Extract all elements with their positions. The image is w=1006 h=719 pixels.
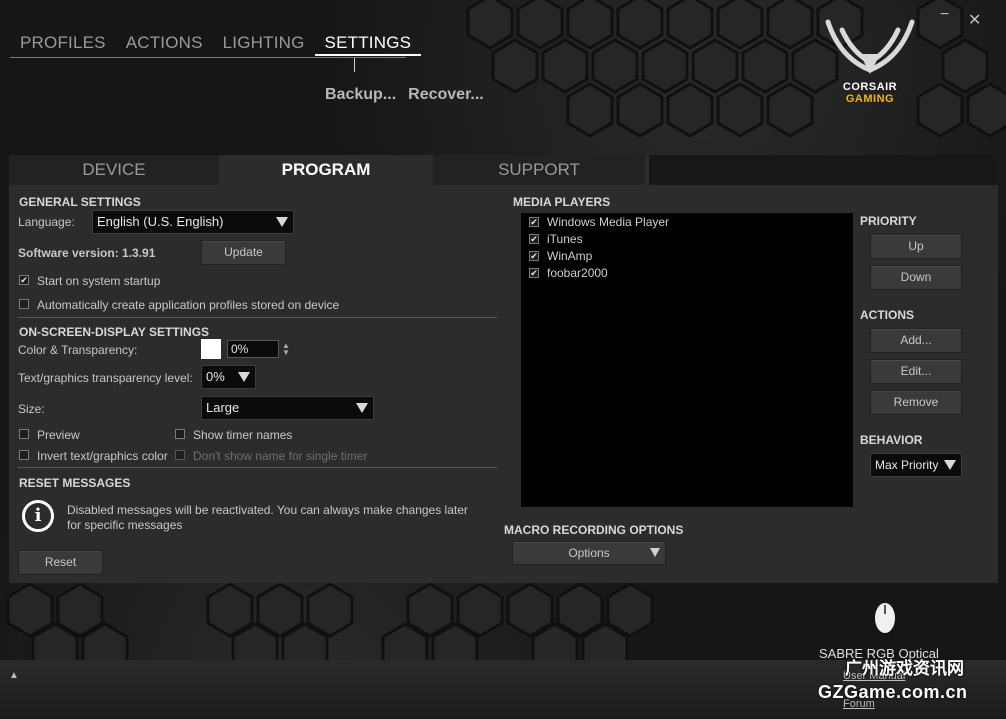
mouse-device-icon[interactable] <box>874 602 896 634</box>
preview-checkbox[interactable] <box>19 429 29 439</box>
chevron-down-icon <box>356 403 368 413</box>
media-players-title: MEDIA PLAYERS <box>513 195 611 209</box>
backup-link[interactable]: Backup... <box>325 86 396 104</box>
startup-label: Start on system startup <box>37 274 161 288</box>
minimize-icon[interactable]: − <box>940 6 949 24</box>
watermark-cn: 广州游戏资讯网 <box>845 659 964 678</box>
language-select[interactable]: English (U.S. English) <box>92 210 294 234</box>
media-players-list[interactable]: ✔ Windows Media Player ✔ iTunes ✔ WinAmp… <box>521 213 853 507</box>
nav-active-indicator <box>354 58 355 72</box>
chevron-down-icon <box>944 460 956 470</box>
show-timer-names-label: Show timer names <box>193 428 293 442</box>
nav-settings[interactable]: SETTINGS <box>314 34 422 56</box>
macro-options-label: Options <box>568 546 610 560</box>
nav-lighting[interactable]: LIGHTING <box>213 34 315 56</box>
list-item[interactable]: ✔ foobar2000 <box>529 265 608 281</box>
logo-gaming-text: GAMING <box>845 93 895 105</box>
macro-options-button[interactable]: Options <box>512 541 666 565</box>
list-item[interactable]: ✔ WinAmp <box>529 248 592 264</box>
reset-message-line1: Disabled messages will be reactivated. Y… <box>67 503 468 517</box>
text-graphics-transparency-select[interactable]: 0% <box>201 365 256 389</box>
tab-support[interactable]: SUPPORT <box>433 155 645 185</box>
invert-color-label: Invert text/graphics color <box>37 449 168 463</box>
nav-profiles[interactable]: PROFILES <box>10 34 116 56</box>
auto-profiles-label: Automatically create application profile… <box>37 298 340 312</box>
color-transparency-input[interactable]: 0% <box>227 340 279 358</box>
language-label: Language: <box>18 215 75 229</box>
software-version: Software version: 1.3.91 <box>18 246 156 260</box>
recover-link[interactable]: Recover... <box>408 86 484 104</box>
preview-label: Preview <box>37 428 80 442</box>
invert-color-checkbox[interactable] <box>19 450 29 460</box>
size-select[interactable]: Large <box>201 396 374 420</box>
watermark-en: GZGame.com.cn <box>818 682 968 702</box>
osd-settings-title: ON-SCREEN-DISPLAY SETTINGS <box>19 325 210 339</box>
nav-actions[interactable]: ACTIONS <box>116 34 213 56</box>
tab-device[interactable]: DEVICE <box>9 155 219 185</box>
reset-messages-title: RESET MESSAGES <box>19 476 131 490</box>
media-player-name: foobar2000 <box>547 266 608 280</box>
remove-action-button[interactable]: Remove <box>870 390 962 415</box>
behavior-select[interactable]: Max Priority <box>870 453 962 477</box>
color-transparency-label: Color & Transparency: <box>18 343 138 357</box>
media-player-name: WinAmp <box>547 249 593 263</box>
text-graphics-transparency-value: 0% <box>206 369 225 384</box>
tab-program[interactable]: PROGRAM <box>219 155 433 185</box>
add-action-button[interactable]: Add... <box>870 328 962 353</box>
settings-tabs: DEVICE PROGRAM SUPPORT <box>9 155 645 185</box>
priority-title: PRIORITY <box>860 214 917 228</box>
size-label: Size: <box>18 402 45 416</box>
chevron-down-icon <box>276 217 288 227</box>
settings-panel: DEVICE PROGRAM SUPPORT GENERAL SETTINGS … <box>9 155 998 583</box>
startup-checkbox[interactable]: ✔ <box>19 275 29 285</box>
update-button[interactable]: Update <box>201 240 286 265</box>
reset-message-line2: for specific messages <box>67 518 183 532</box>
priority-down-button[interactable]: Down <box>870 265 962 290</box>
list-item[interactable]: ✔ iTunes <box>529 231 583 247</box>
general-settings-title: GENERAL SETTINGS <box>19 195 141 209</box>
size-value: Large <box>206 400 240 415</box>
media-player-checkbox[interactable]: ✔ <box>529 217 539 227</box>
list-item[interactable]: ✔ Windows Media Player <box>529 214 669 230</box>
close-icon[interactable]: ✕ <box>968 10 981 30</box>
show-timer-names-checkbox[interactable] <box>175 429 185 439</box>
auto-profiles-checkbox[interactable] <box>19 299 29 309</box>
media-player-checkbox[interactable]: ✔ <box>529 234 539 244</box>
media-player-name: iTunes <box>547 232 583 246</box>
top-navigation: PROFILES ACTIONS LIGHTING SETTINGS <box>10 34 422 58</box>
edit-action-button[interactable]: Edit... <box>870 359 962 384</box>
expand-up-icon[interactable]: ▲ <box>9 670 19 681</box>
osd-color-swatch[interactable] <box>201 339 221 359</box>
settings-subnav: Backup... Recover... <box>325 86 484 104</box>
macro-recording-title: MACRO RECORDING OPTIONS <box>504 523 684 537</box>
chevron-down-icon <box>650 548 660 557</box>
logo-corsair-text: CORSAIR <box>842 81 898 93</box>
media-player-checkbox[interactable]: ✔ <box>529 268 539 278</box>
language-value: English (U.S. English) <box>97 214 224 229</box>
reset-button[interactable]: Reset <box>18 550 103 575</box>
tab-bar-filler <box>649 155 998 185</box>
corsair-sails-icon <box>825 19 915 74</box>
priority-up-button[interactable]: Up <box>870 234 962 259</box>
media-player-name: Windows Media Player <box>547 215 670 229</box>
dont-show-name-checkbox[interactable] <box>175 450 185 460</box>
text-graphics-transparency-label: Text/graphics transparency level: <box>18 371 193 385</box>
info-icon: i <box>22 500 54 532</box>
behavior-value: Max Priority <box>875 458 939 472</box>
spinner-icon[interactable]: ▲ ▼ <box>282 342 290 357</box>
actions-title: ACTIONS <box>860 308 914 322</box>
section-divider <box>18 317 497 318</box>
behavior-title: BEHAVIOR <box>860 433 923 447</box>
dont-show-name-label: Don't show name for single timer <box>193 449 368 463</box>
chevron-down-icon <box>238 372 250 382</box>
media-player-checkbox[interactable]: ✔ <box>529 251 539 261</box>
section-divider <box>18 467 497 468</box>
corsair-logo: CORSAIR GAMING <box>820 18 920 108</box>
